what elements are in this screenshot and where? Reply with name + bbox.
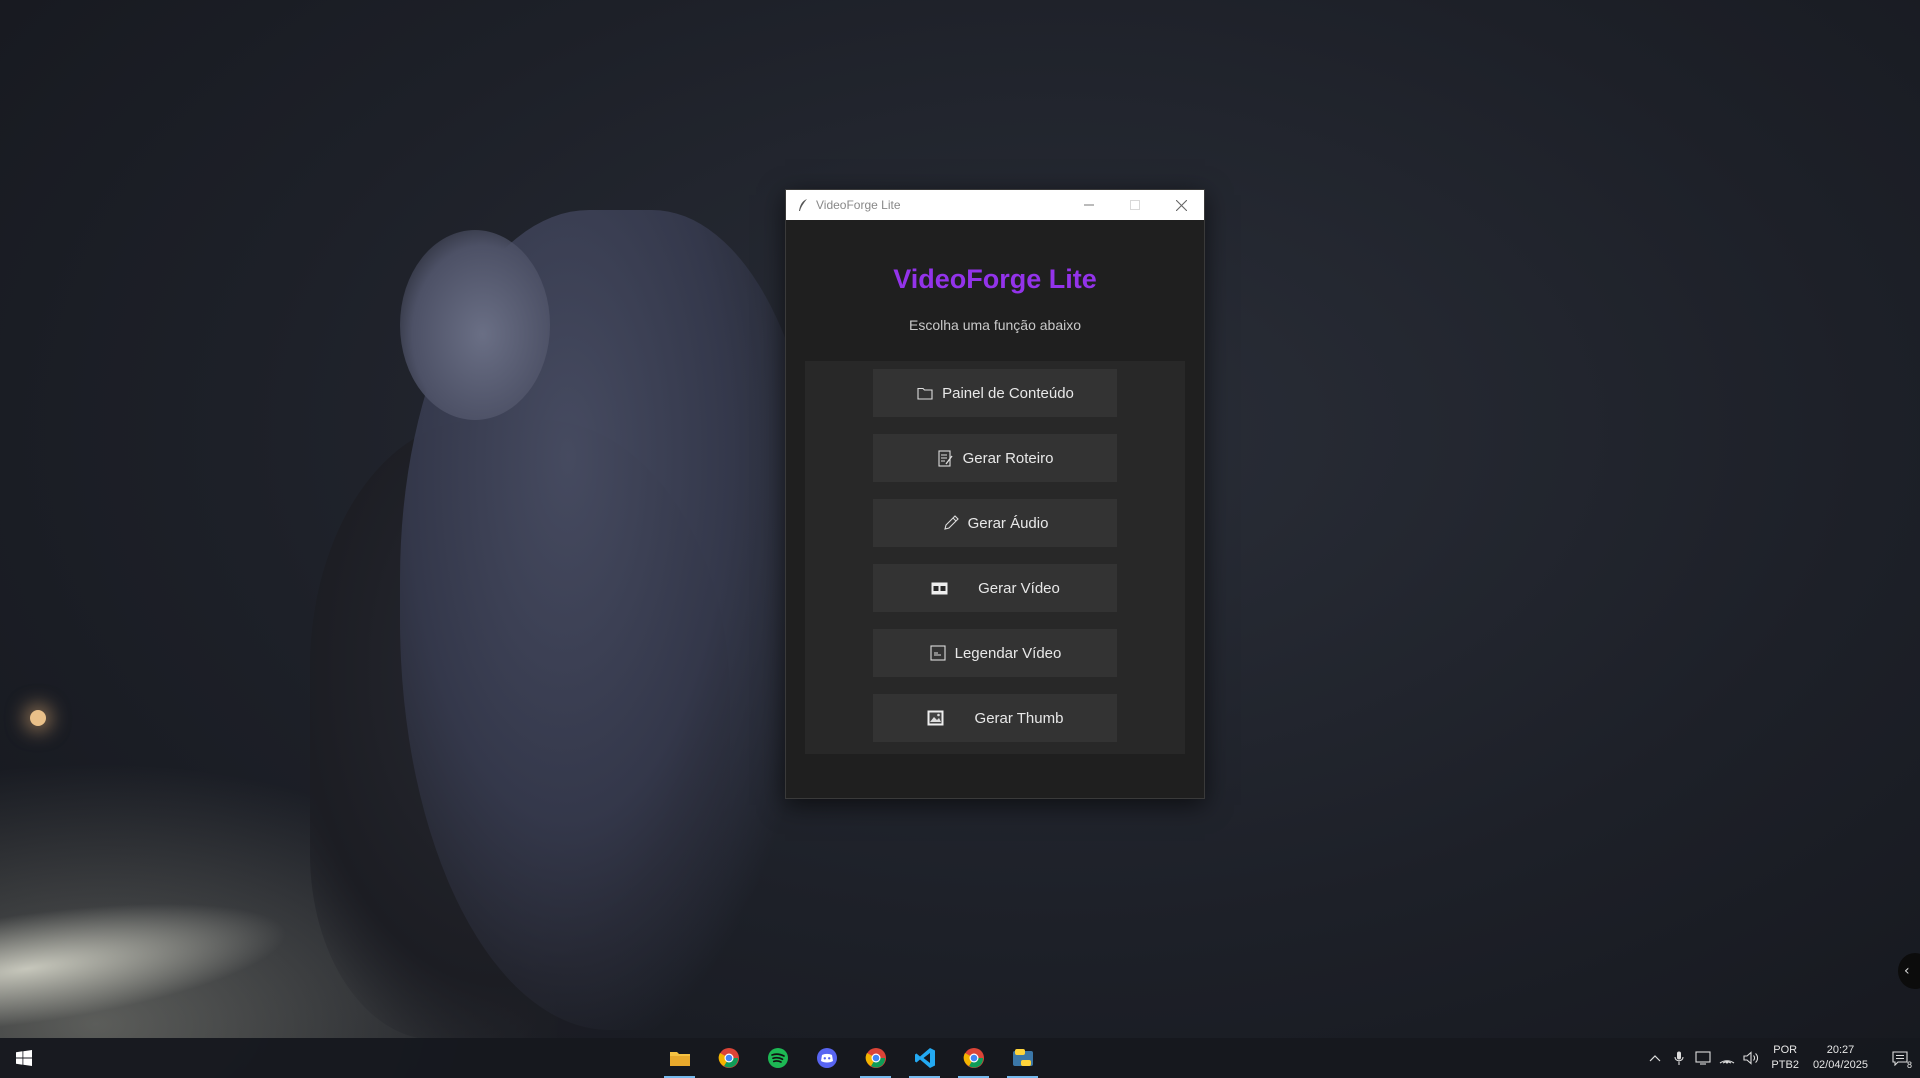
wallpaper-light-beam [0, 877, 297, 1033]
maximize-icon [1130, 200, 1140, 210]
python-icon [1012, 1049, 1033, 1066]
generate-thumb-button[interactable]: Gerar Thumb [873, 694, 1117, 742]
minimize-icon [1084, 204, 1094, 206]
taskbar-app-vscode[interactable] [900, 1038, 949, 1078]
clock[interactable]: 20:27 02/04/2025 [1813, 1043, 1868, 1073]
vscode-icon [914, 1048, 935, 1068]
discord-icon [816, 1048, 837, 1068]
chrome-icon [963, 1048, 984, 1068]
notification-center-button[interactable]: 8 [1880, 1050, 1920, 1070]
app-window: VideoForge Lite VideoForge Lite Escolha … [785, 189, 1205, 799]
video-icon [930, 579, 948, 597]
wallpaper-figure-head [400, 230, 550, 420]
caption-icon [929, 644, 947, 662]
script-icon [937, 449, 955, 467]
generate-audio-button[interactable]: Gerar Áudio [873, 499, 1117, 547]
content-panel-button[interactable]: Painel de Conteúdo [873, 369, 1117, 417]
button-label: Gerar Thumb [974, 709, 1064, 727]
button-label: Painel de Conteúdo [942, 384, 1074, 402]
display-icon[interactable] [1691, 1051, 1715, 1065]
taskbar-apps [655, 1038, 1047, 1078]
feather-icon [796, 198, 810, 212]
system-tray: POR PTB2 20:27 02/04/2025 8 [1643, 1038, 1920, 1078]
app-heading: VideoForge Lite [893, 264, 1097, 294]
window-title: VideoForge Lite [816, 198, 901, 212]
folder-icon [916, 384, 934, 402]
desktop: VideoForge Lite VideoForge Lite Escolha … [0, 0, 1920, 1078]
minimize-button[interactable] [1066, 190, 1112, 220]
chevron-up-icon[interactable] [1643, 1054, 1667, 1062]
pencil-icon [942, 514, 960, 532]
notification-count: 8 [1906, 1059, 1912, 1070]
wallpaper-lantern [30, 710, 46, 726]
folder-icon [669, 1052, 690, 1066]
maximize-button[interactable] [1112, 190, 1158, 220]
taskbar-app-chrome-3[interactable] [949, 1038, 998, 1078]
button-label: Gerar Vídeo [978, 579, 1060, 597]
taskbar: POR PTB2 20:27 02/04/2025 8 [0, 1038, 1920, 1078]
chrome-icon [718, 1048, 739, 1068]
taskbar-app-chrome-2[interactable] [851, 1038, 900, 1078]
taskbar-app-chrome[interactable] [704, 1038, 753, 1078]
microphone-icon[interactable] [1667, 1051, 1691, 1066]
taskbar-app-spotify[interactable] [753, 1038, 802, 1078]
windows-icon [16, 1050, 32, 1066]
volume-icon[interactable] [1739, 1051, 1763, 1065]
notification-icon [1892, 1050, 1908, 1066]
close-button[interactable] [1158, 190, 1204, 220]
taskbar-app-file-explorer[interactable] [655, 1038, 704, 1078]
clock-time: 20:27 [1826, 1044, 1855, 1056]
functions-panel: Painel de Conteúdo Gerar Roteiro Gerar Á… [805, 361, 1185, 754]
language-code: POR [1773, 1044, 1798, 1056]
chevron-left-icon: ‹ [1904, 963, 1910, 979]
title-bar[interactable]: VideoForge Lite [786, 190, 1204, 220]
close-icon [1175, 199, 1187, 211]
network-icon[interactable] [1715, 1052, 1739, 1064]
app-subtitle: Escolha uma função abaixo [909, 317, 1081, 333]
generate-video-button[interactable]: Gerar Vídeo [873, 564, 1117, 612]
chrome-icon [865, 1048, 886, 1068]
side-panel-toggle[interactable]: ‹ [1898, 953, 1920, 989]
clock-date: 02/04/2025 [1812, 1059, 1868, 1071]
taskbar-app-python[interactable] [998, 1038, 1047, 1078]
window-content: VideoForge Lite Escolha uma função abaix… [786, 264, 1204, 754]
caption-video-button[interactable]: Legendar Vídeo [873, 629, 1117, 677]
keyboard-layout: PTB2 [1771, 1059, 1799, 1071]
generate-script-button[interactable]: Gerar Roteiro [873, 434, 1117, 482]
button-label: Gerar Áudio [967, 514, 1049, 532]
input-language[interactable]: POR PTB2 [1771, 1043, 1799, 1073]
start-button[interactable] [0, 1038, 48, 1078]
taskbar-app-discord[interactable] [802, 1038, 851, 1078]
spotify-icon [767, 1048, 788, 1068]
button-label: Gerar Roteiro [962, 449, 1054, 467]
image-icon [927, 709, 945, 727]
button-label: Legendar Vídeo [954, 644, 1062, 662]
